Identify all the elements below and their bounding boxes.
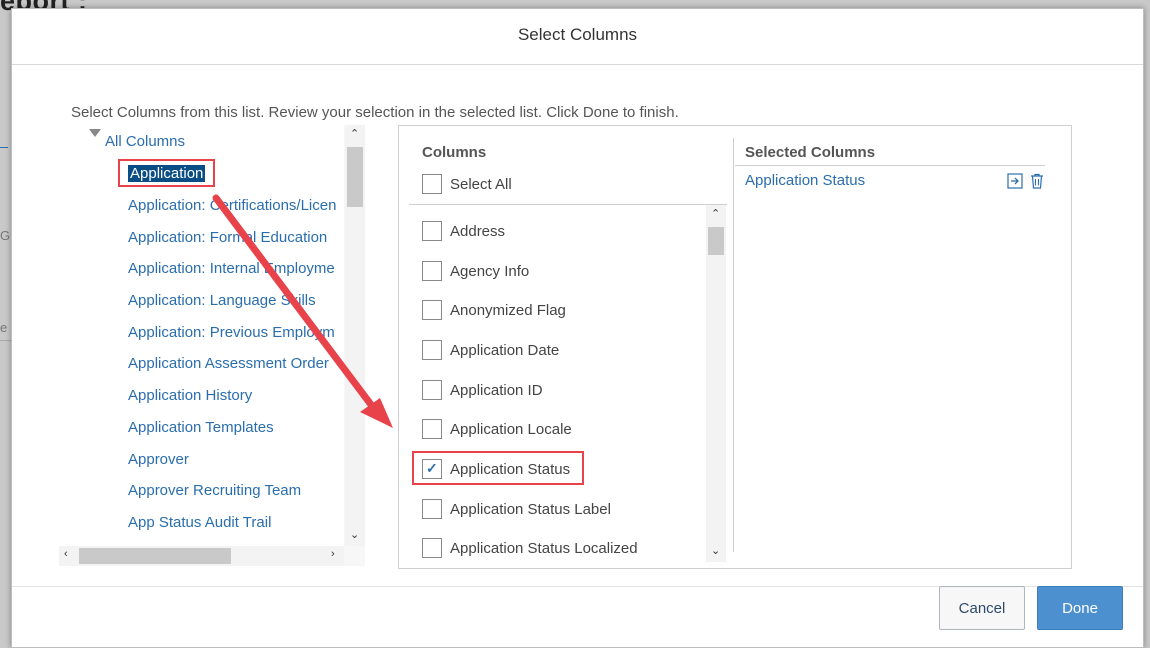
move-icon[interactable]	[1007, 173, 1023, 189]
column-checkbox[interactable]	[422, 380, 442, 400]
background-divider	[0, 147, 8, 148]
dialog-header: Select Columns	[12, 9, 1143, 65]
scrollbar-thumb[interactable]	[347, 147, 363, 207]
scroll-right-icon[interactable]: ›	[331, 548, 335, 560]
tree-item[interactable]: Application: Internal Employme	[128, 260, 335, 277]
panel-divider	[733, 138, 734, 552]
instructions-text: Select Columns from this list. Review yo…	[71, 104, 679, 121]
column-checkbox[interactable]	[422, 419, 442, 439]
select-columns-dialog: Select Columns Select Columns from this …	[11, 8, 1144, 648]
trash-icon[interactable]	[1029, 173, 1045, 189]
column-checkbox[interactable]	[422, 499, 442, 519]
column-label[interactable]: Agency Info	[450, 263, 529, 280]
columns-heading: Columns	[422, 144, 487, 161]
tree-root-all-columns[interactable]: All Columns	[105, 133, 185, 150]
scroll-down-icon[interactable]: ⌄	[711, 544, 720, 557]
column-checkbox[interactable]	[422, 340, 442, 360]
cancel-button[interactable]: Cancel	[939, 586, 1025, 630]
scrollbar-thumb[interactable]	[79, 548, 231, 564]
column-label[interactable]: Application Status Label	[450, 501, 611, 518]
done-button[interactable]: Done	[1037, 586, 1123, 630]
column-checkbox[interactable]	[422, 221, 442, 241]
column-checkbox[interactable]	[422, 538, 442, 558]
scroll-left-icon[interactable]: ‹	[64, 548, 68, 560]
column-label[interactable]: Application Locale	[450, 421, 572, 438]
background-fragment: e	[0, 320, 8, 335]
tree-item[interactable]: Application: Certifications/Licen	[128, 197, 336, 214]
column-label[interactable]: Application ID	[450, 382, 543, 399]
tree-item[interactable]: Application History	[128, 387, 252, 404]
tree-item[interactable]: Application Templates	[128, 419, 274, 436]
column-label[interactable]: Address	[450, 223, 505, 240]
highlight-box	[412, 451, 584, 485]
scrollbar-thumb[interactable]	[708, 227, 724, 255]
dialog-title: Select Columns	[517, 25, 638, 44]
tree-horizontal-scrollbar[interactable]: ‹ ›	[59, 546, 344, 566]
tree-item[interactable]: Approver Recruiting Team	[128, 482, 301, 499]
scroll-up-icon[interactable]: ⌃	[711, 207, 720, 220]
tree-item[interactable]: Application: Formal Education	[128, 229, 327, 246]
background-divider	[0, 340, 11, 341]
select-all-checkbox[interactable]	[422, 174, 442, 194]
column-label[interactable]: Anonymized Flag	[450, 302, 566, 319]
tree-item[interactable]: Approver	[128, 451, 189, 468]
select-all-label[interactable]: Select All	[450, 176, 512, 193]
tree-item[interactable]: Application Assessment Order	[128, 355, 329, 372]
column-label[interactable]: Application Date	[450, 342, 559, 359]
selected-header-divider	[735, 165, 1045, 166]
column-tree: All Columns Application Application: Cer…	[59, 125, 365, 566]
column-checkbox[interactable]	[422, 300, 442, 320]
columns-panel: Columns Select All Address Agency Info A…	[398, 125, 1072, 569]
background-fragment: G	[0, 228, 11, 243]
column-checkbox[interactable]	[422, 261, 442, 281]
column-label[interactable]: Application Status Localized	[450, 540, 638, 557]
tree-vertical-scrollbar[interactable]: ⌃ ⌄	[345, 125, 365, 546]
tree-item[interactable]: App Status Audit Trail	[128, 514, 271, 531]
selected-columns-heading: Selected Columns	[745, 144, 876, 161]
selected-column-item[interactable]: Application Status	[745, 172, 865, 189]
highlight-box	[118, 159, 215, 187]
expand-triangle-icon[interactable]	[89, 129, 101, 137]
tree-item[interactable]: Application: Previous Employm	[128, 324, 335, 341]
columns-list-scrollbar[interactable]: ⌃ ⌄	[706, 205, 726, 562]
scroll-down-icon[interactable]: ⌄	[350, 528, 359, 541]
columns-list: Address Agency Info Anonymized Flag Appl…	[409, 204, 727, 562]
tree-viewport: All Columns Application Application: Cer…	[59, 125, 344, 546]
scroll-up-icon[interactable]: ⌃	[350, 127, 359, 140]
tree-item[interactable]: Application: Language Skills	[128, 292, 316, 309]
